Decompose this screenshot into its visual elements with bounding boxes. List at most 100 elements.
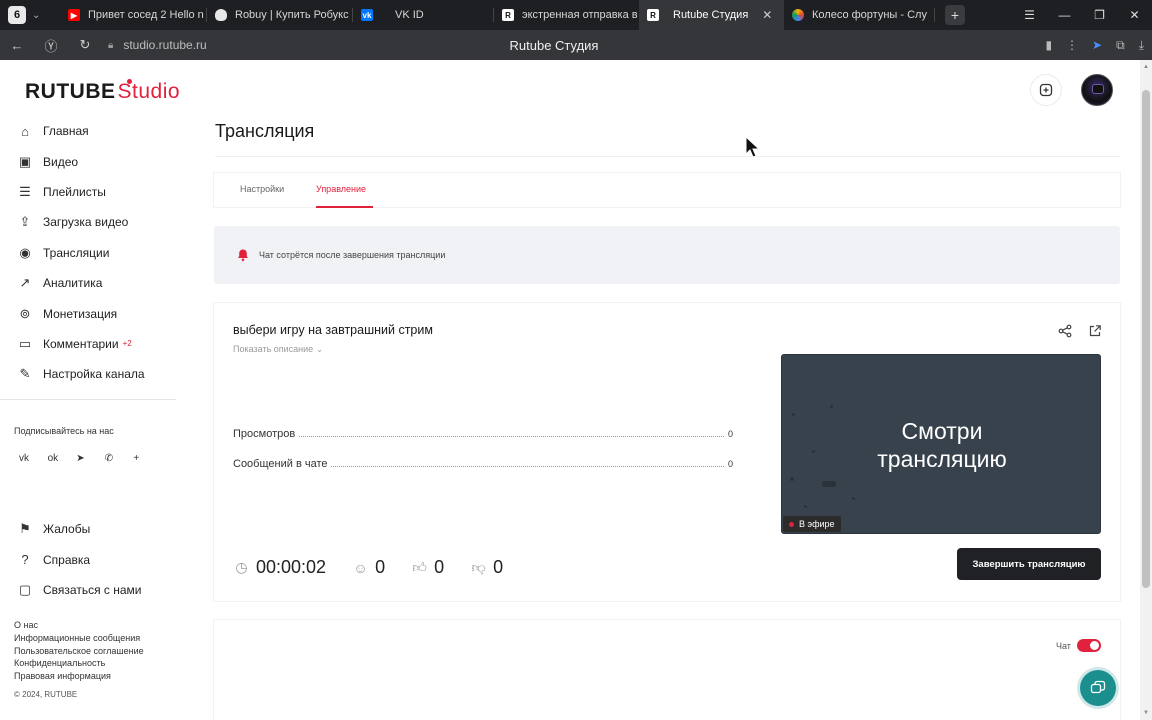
magic-wand-icon: ✎ bbox=[19, 366, 31, 382]
flag-icon: ⚑ bbox=[19, 521, 31, 537]
cursor-tool-icon[interactable]: ➤ bbox=[1092, 38, 1102, 52]
tab-management[interactable]: Управление bbox=[316, 184, 366, 194]
sidebar-item-contact[interactable]: ▢ Связаться с нами bbox=[0, 575, 178, 605]
tab-separator bbox=[934, 8, 935, 22]
youtube-icon: ▶ bbox=[68, 9, 80, 21]
more-icon[interactable]: ⋮ bbox=[1066, 38, 1078, 52]
stream-preview[interactable]: Смотри трансляцию В эфире bbox=[781, 354, 1101, 534]
viber-icon[interactable]: ✆ bbox=[100, 448, 129, 468]
broadcast-icon: ◉ bbox=[19, 244, 31, 260]
support-chat-button[interactable] bbox=[1080, 670, 1116, 706]
sidebar-item-label: Плейлисты bbox=[43, 184, 106, 199]
share-icon[interactable] bbox=[1058, 324, 1072, 341]
bookmark-icon[interactable]: ▮ bbox=[1045, 38, 1052, 52]
browser-tab[interactable]: vk VK ID bbox=[353, 0, 493, 30]
sidebar-item-playlists[interactable]: ☰ Плейлисты bbox=[0, 177, 178, 207]
browser-tab-bar: 6 ⌄ ▶ Привет сосед 2 Hello n Robuy | Куп… bbox=[0, 0, 1152, 30]
sidebar-item-help[interactable]: ? Справка bbox=[0, 544, 178, 574]
download-icon[interactable]: ⤓ bbox=[1139, 38, 1144, 53]
stat-label: Просмотров bbox=[233, 428, 296, 440]
chat-card: Чат bbox=[214, 620, 1120, 720]
thumbs-up-icon: 👍︎ bbox=[412, 559, 427, 575]
preview-caption-line: трансляцию bbox=[877, 446, 1007, 472]
sidebar-item-analytics[interactable]: ↗ Аналитика bbox=[0, 268, 178, 298]
restore-icon[interactable]: ❐ bbox=[1082, 8, 1117, 22]
timer-counter: ◷ 00:00:02 bbox=[233, 557, 326, 578]
tab-settings[interactable]: Настройки bbox=[240, 184, 284, 194]
bell-icon bbox=[236, 248, 250, 262]
notice-text: Чат сотрётся после завершения трансляции bbox=[259, 250, 446, 260]
footer-link-about[interactable]: О нас bbox=[14, 619, 144, 632]
sidebar-item-broadcasts[interactable]: ◉ Трансляции bbox=[0, 238, 178, 268]
url-field[interactable]: studio.rutube.ru bbox=[123, 38, 206, 52]
preview-dot bbox=[804, 505, 807, 508]
browser-tab[interactable]: Robuy | Купить Робукс bbox=[207, 0, 352, 30]
sidebar-item-video[interactable]: ▣ Видео bbox=[0, 146, 178, 176]
sidebar-item-label: Аналитика bbox=[43, 276, 103, 291]
external-link-icon[interactable] bbox=[1088, 324, 1102, 341]
menu-icon[interactable]: ☰ bbox=[1012, 8, 1047, 22]
rutube-icon: R bbox=[647, 9, 659, 21]
active-tab-indicator bbox=[316, 206, 373, 208]
show-description-toggle[interactable]: Показать описание ⌄ bbox=[233, 344, 323, 354]
end-stream-button[interactable]: Завершить трансляцию bbox=[957, 548, 1101, 580]
avatar[interactable] bbox=[1081, 74, 1113, 106]
sidebar-item-channel-settings[interactable]: ✎ Настройка канала bbox=[0, 359, 178, 389]
more-socials-icon[interactable]: + bbox=[128, 448, 157, 468]
chat-toggle[interactable] bbox=[1077, 639, 1101, 652]
chat-toggle-label: Чат bbox=[1056, 641, 1071, 651]
reload-icon[interactable]: ↻ bbox=[68, 37, 102, 53]
lock-icon[interactable]: 🔒︎ bbox=[108, 40, 113, 51]
close-icon[interactable]: ✕ bbox=[762, 8, 772, 22]
browser-tab[interactable]: Колесо фортуны - Слу bbox=[784, 0, 934, 30]
sidebar-item-home[interactable]: ⌂ Главная bbox=[0, 116, 178, 146]
chevron-down-icon[interactable]: ⌄ bbox=[32, 10, 46, 21]
chat-bubbles-icon bbox=[1090, 680, 1106, 694]
chat-icon: ▢ bbox=[18, 581, 32, 597]
footer-link-privacy[interactable]: Конфиденциальность bbox=[14, 657, 144, 670]
sidebar-item-label: Комментарии bbox=[43, 336, 119, 351]
footer-link-info[interactable]: Информационные сообщения bbox=[14, 632, 144, 645]
comments-count-badge: +2 bbox=[122, 339, 132, 349]
back-icon[interactable]: ← bbox=[0, 38, 34, 53]
close-window-icon[interactable]: ✕ bbox=[1117, 8, 1152, 22]
browser-tab[interactable]: ▶ Привет сосед 2 Hello n bbox=[60, 0, 206, 30]
browser-tab-active[interactable]: R Rutube Студия ✕ bbox=[639, 0, 784, 30]
address-bar-actions: ▮ ⋮ ➤ ⧉ ⤓ bbox=[1045, 30, 1144, 60]
telegram-icon[interactable]: ➤ bbox=[71, 448, 100, 468]
footer-link-agreement[interactable]: Пользовательское соглашение bbox=[14, 645, 144, 658]
wheel-icon bbox=[792, 9, 804, 21]
vk-icon[interactable]: vk bbox=[14, 448, 43, 468]
help-icon: ? bbox=[21, 552, 29, 568]
extensions-icon[interactable]: ⧉ bbox=[1116, 38, 1125, 53]
yandex-icon[interactable]: Ⓨ bbox=[34, 36, 68, 55]
footer-link-legal[interactable]: Правовая информация bbox=[14, 670, 144, 683]
comments-icon: ▭ bbox=[18, 335, 32, 351]
shield-icon bbox=[215, 9, 227, 21]
scroll-down-icon[interactable]: ▼ bbox=[1143, 710, 1149, 716]
page-scrollbar[interactable]: ▲ ▼ bbox=[1140, 60, 1152, 720]
analytics-icon: ↗ bbox=[19, 275, 31, 291]
tab-label: Robuy | Купить Робукс bbox=[235, 9, 349, 21]
stat-value: 0 bbox=[727, 459, 733, 469]
odnoklassniki-icon[interactable]: ok bbox=[43, 448, 72, 468]
preview-caption: Смотри трансляцию bbox=[782, 417, 1100, 473]
browser-tab[interactable]: R экстренная отправка в bbox=[494, 0, 639, 30]
tab-counter[interactable]: 6 bbox=[8, 6, 26, 24]
sidebar-item-monetization[interactable]: ⊚ Монетизация bbox=[0, 298, 178, 328]
scroll-up-icon[interactable]: ▲ bbox=[1143, 64, 1149, 70]
viewers-counter: ☺ 0 bbox=[352, 557, 385, 578]
scrollbar-thumb[interactable] bbox=[1142, 90, 1150, 588]
sidebar-item-label: Трансляции bbox=[43, 245, 110, 260]
sidebar-item-complaints[interactable]: ⚑ Жалобы bbox=[0, 514, 178, 544]
likes-value: 0 bbox=[434, 557, 445, 577]
stat-chat-messages: Сообщений в чате 0 bbox=[233, 458, 733, 472]
minimize-icon[interactable]: — bbox=[1047, 8, 1082, 22]
new-tab-button[interactable]: + bbox=[945, 5, 965, 25]
stat-dots bbox=[299, 428, 724, 437]
add-content-button[interactable] bbox=[1030, 74, 1062, 106]
sidebar-item-upload[interactable]: ⇪ Загрузка видео bbox=[0, 207, 178, 237]
rutube-studio-logo[interactable]: RUTUBE Studio bbox=[25, 79, 180, 104]
sidebar-item-label: Жалобы bbox=[43, 522, 91, 537]
sidebar-item-comments[interactable]: ▭ Комментарии +2 bbox=[0, 329, 178, 359]
